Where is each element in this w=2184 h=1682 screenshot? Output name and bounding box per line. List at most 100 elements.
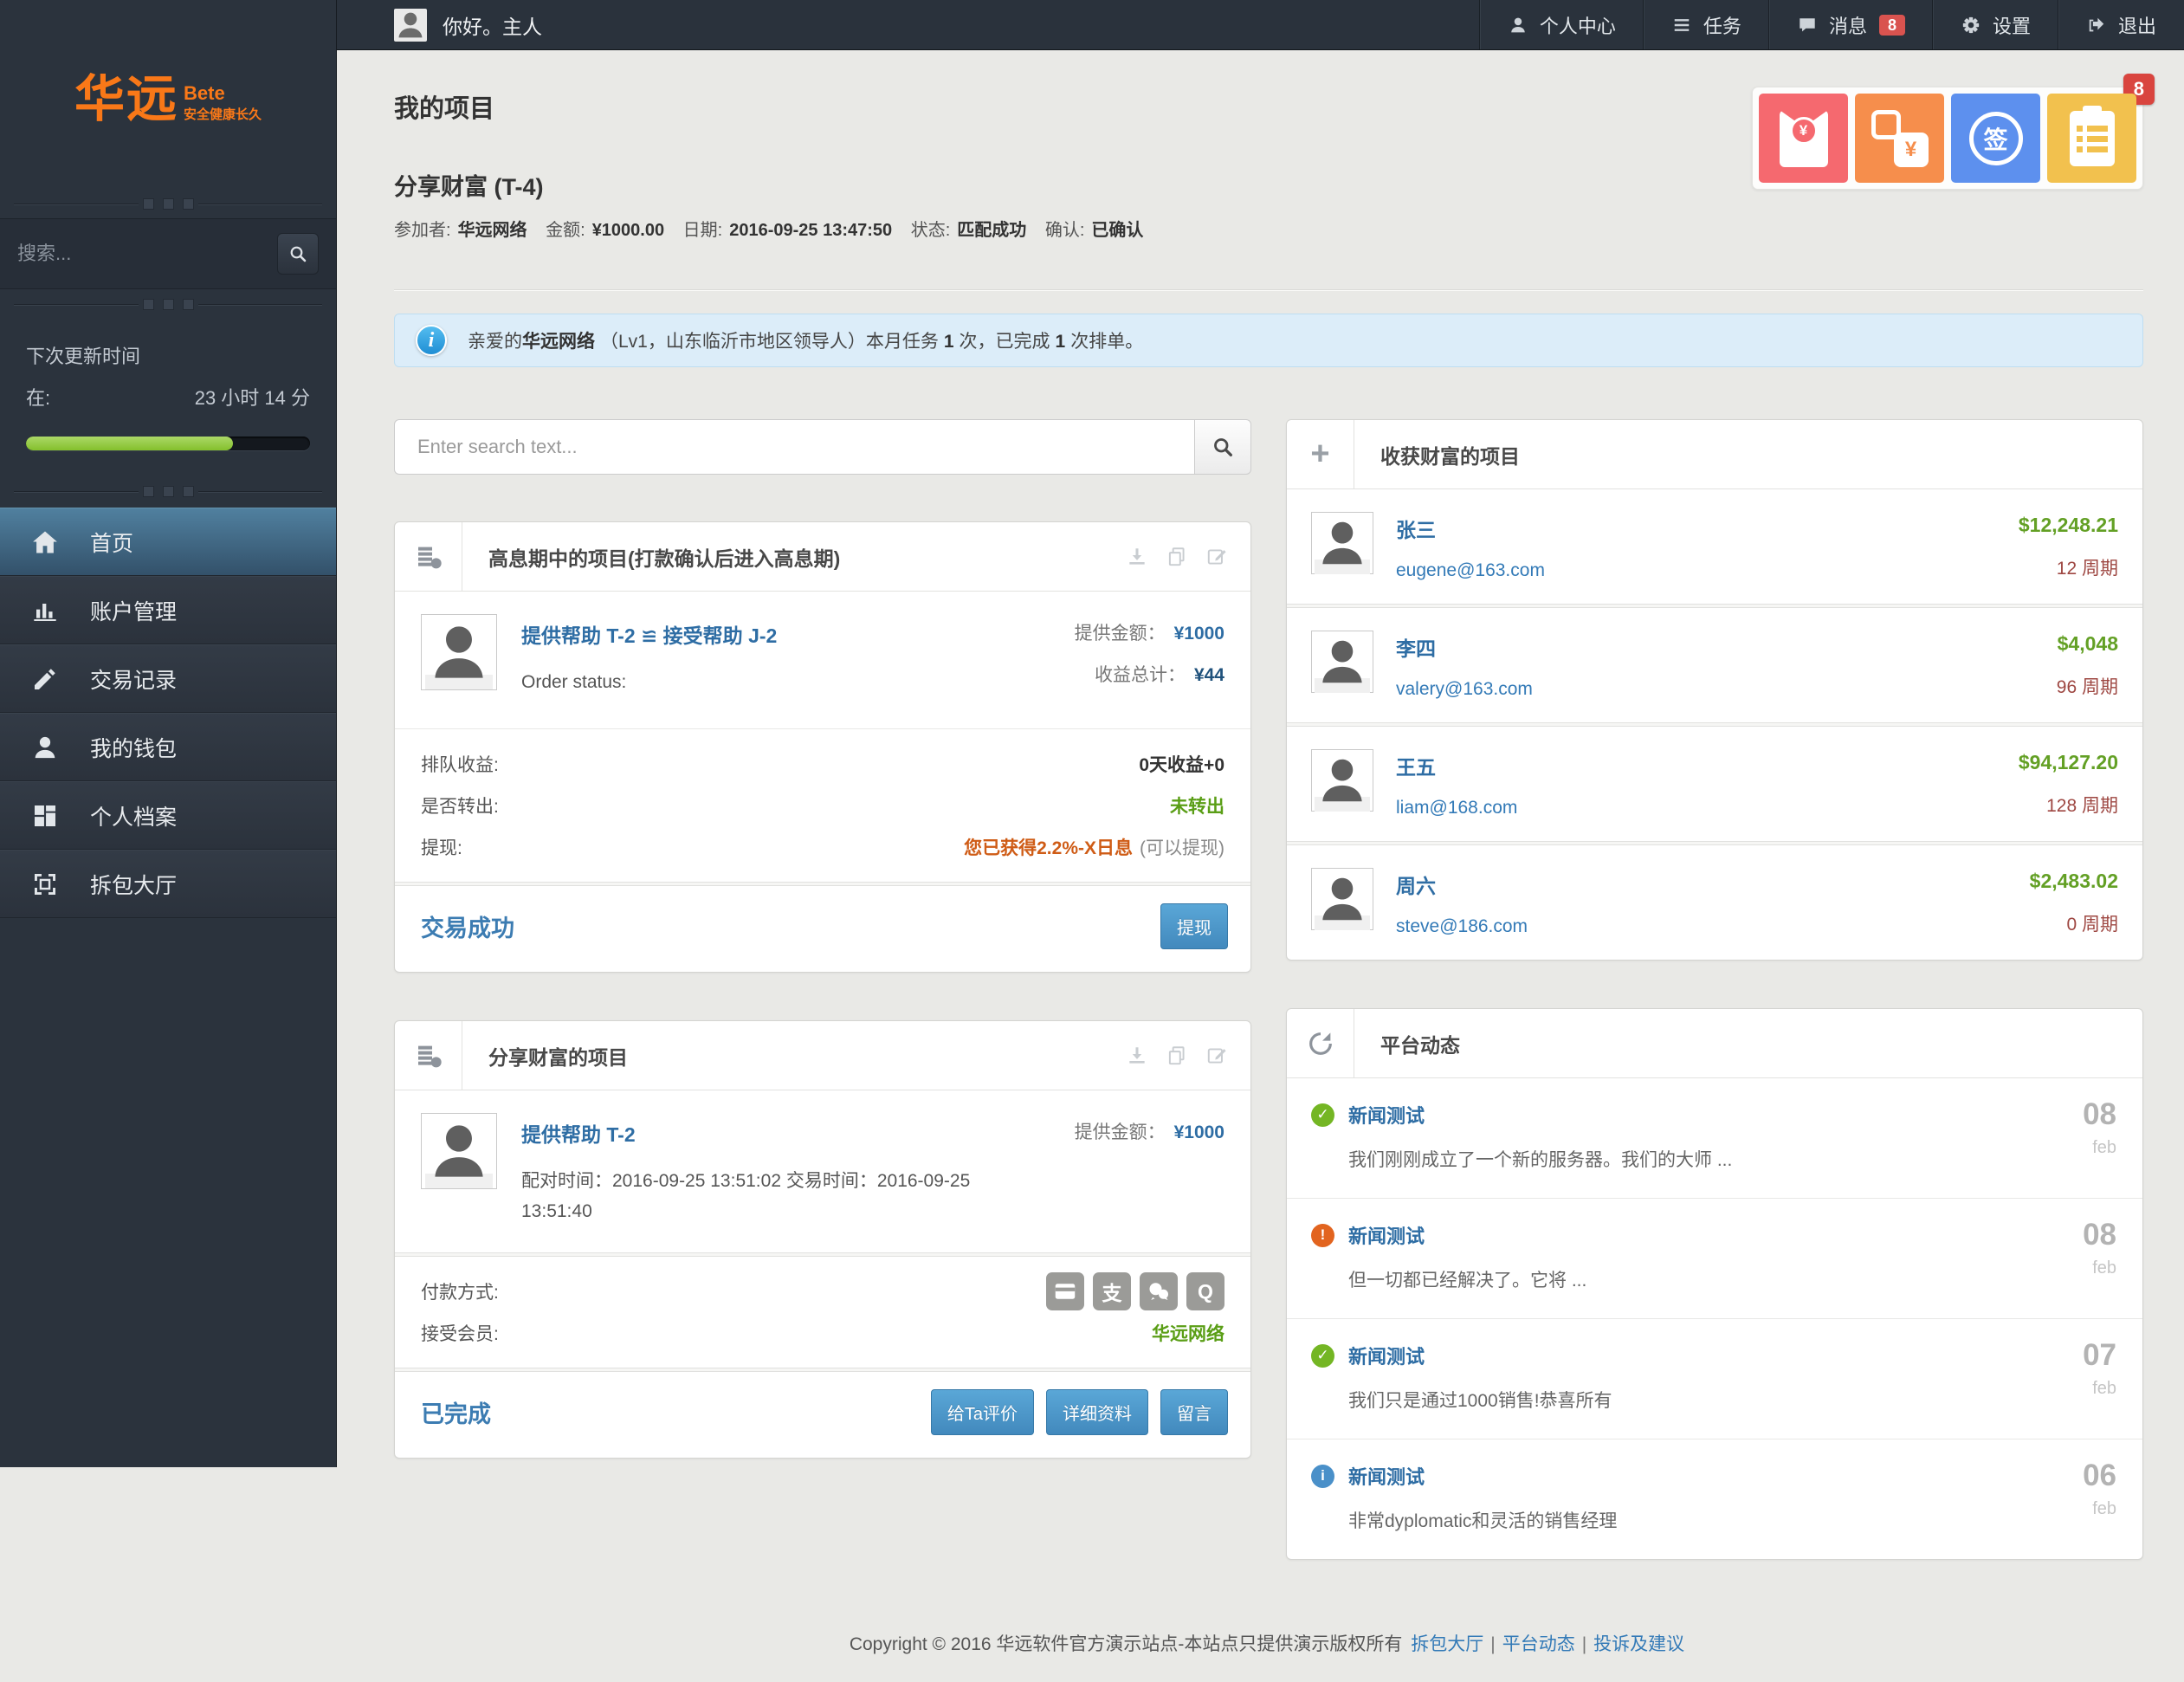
topbar-item-personal-center[interactable]: 个人中心	[1480, 0, 1644, 49]
scan-frame-icon	[31, 870, 59, 898]
earning-period: 0 周期	[2030, 910, 2118, 936]
high-interest-panel: 高息期中的项目(打款确认后进入高息期) 提供帮助 T-2 ≌ 接受帮助 J-2 …	[394, 521, 1251, 973]
topbar-item-label: 个人中心	[1540, 11, 1616, 39]
next-update-label: 在:	[26, 383, 50, 411]
news-item: i 新闻测试 非常dyplomatic和灵活的销售经理 06 feb	[1287, 1439, 2142, 1559]
panel-footer: 交易成功 提现	[395, 886, 1250, 972]
rate-button[interactable]: 给Ta评价	[931, 1389, 1034, 1435]
news-title-link[interactable]: 新闻测试	[1348, 1101, 1425, 1129]
task-list-tile[interactable]	[2047, 94, 2136, 183]
comment-icon	[1798, 16, 1817, 35]
sidebar-search-input[interactable]	[17, 243, 267, 265]
status-label: 状态:	[911, 221, 951, 240]
plus-icon: +	[1287, 420, 1354, 488]
copyright-text: Copyright © 2016 华远软件官方演示站点-本站点只提供演示版权所有	[850, 1634, 1403, 1654]
sidebar-item-profile[interactable]: 个人档案	[0, 781, 336, 850]
status-value: 匹配成功	[957, 221, 1026, 240]
topbar-item-messages[interactable]: 消息 8	[1769, 0, 1933, 49]
download-icon[interactable]	[1126, 546, 1148, 568]
main-search-input[interactable]	[394, 419, 1194, 475]
refresh-icon[interactable]	[1287, 1009, 1354, 1077]
sign-in-tile[interactable]: 签	[1951, 94, 2040, 183]
sidebar-item-home[interactable]: 首页	[0, 508, 336, 576]
download-icon[interactable]	[1126, 1045, 1148, 1067]
sidebar-item-label: 交易记录	[90, 663, 177, 695]
footer-link-platform-news[interactable]: 平台动态	[1502, 1634, 1575, 1654]
project-meta: 参加者:华远网络 金额:¥1000.00 日期:2016-09-25 13:47…	[394, 216, 2143, 241]
order-link[interactable]: 提供帮助 T-2	[521, 1118, 636, 1148]
coins-icon	[395, 522, 462, 591]
main-search	[394, 419, 1251, 475]
coins-icon	[395, 1021, 462, 1090]
total-earning-label: 收益总计：	[1095, 665, 1186, 685]
sidebar-menu: 首页 账户管理 交易记录 我的钱包 个人档案 拆包大厅	[0, 508, 336, 918]
greeting-text: 你好。主人	[443, 10, 542, 40]
news-text: 非常dyplomatic和灵活的销售经理	[1311, 1507, 2118, 1533]
topbar-item-settings[interactable]: 设置	[1933, 0, 2058, 49]
message-button[interactable]: 留言	[1160, 1389, 1228, 1435]
earning-row: 王五 liam@168.com $94,127.20 128 周期	[1287, 727, 2142, 841]
topbar-item-logout[interactable]: 退出	[2058, 0, 2184, 49]
exchange-tile[interactable]: ¥	[1855, 94, 1944, 183]
member-name-link[interactable]: 王五	[1396, 756, 1436, 779]
news-title-link[interactable]: 新闻测试	[1348, 1221, 1425, 1249]
panel-header: + 收获财富的项目	[1287, 420, 2142, 489]
member-name-link[interactable]: 周六	[1396, 875, 1436, 897]
search-icon	[1211, 435, 1235, 459]
queue-earning-label: 排队收益:	[421, 751, 499, 777]
person-icon	[31, 734, 59, 761]
copy-icon[interactable]	[1166, 1045, 1188, 1067]
avatar	[1311, 512, 1373, 574]
news-title-link[interactable]: 新闻测试	[1348, 1342, 1425, 1369]
sidebar-item-transactions[interactable]: 交易记录	[0, 644, 336, 713]
check-icon: ✓	[1311, 1344, 1334, 1368]
panel-title: 收获财富的项目	[1354, 440, 2142, 469]
details-button[interactable]: 详细资料	[1046, 1389, 1148, 1435]
detail-row: 付款方式: 支 Q	[421, 1271, 1224, 1312]
news-item: ✓ 新闻测试 我们只是通过1000销售!恭喜所有 07 feb	[1287, 1318, 2142, 1439]
news-text: 我们只是通过1000销售!恭喜所有	[1311, 1387, 2118, 1413]
sidebar-item-unpack-hall[interactable]: 拆包大厅	[0, 850, 336, 918]
panel-actions	[1126, 1045, 1250, 1067]
order-details: 付款方式: 支 Q 接受会员: 华远网络	[395, 1257, 1250, 1368]
news-title-link[interactable]: 新闻测试	[1348, 1462, 1425, 1490]
member-name-link[interactable]: 李四	[1396, 637, 1436, 660]
bar-chart-icon	[31, 597, 59, 624]
confirm-label: 确认:	[1045, 221, 1085, 240]
withdraw-note: (可以提现)	[1140, 838, 1224, 858]
panel-header: 平台动态	[1287, 1009, 2142, 1078]
withdraw-value: 您已获得2.2%-X日息	[964, 838, 1133, 858]
accept-member-value: 华远网络	[1152, 1320, 1224, 1346]
earning-row: 李四 valery@163.com $4,048 96 周期	[1287, 608, 2142, 722]
panel-header: 分享财富的项目	[395, 1021, 1250, 1090]
topbar-item-label: 任务	[1703, 11, 1741, 39]
main-search-button[interactable]	[1194, 419, 1251, 475]
red-packet-tile[interactable]: ¥	[1759, 94, 1848, 183]
sidebar-item-label: 个人档案	[90, 800, 177, 831]
order-link[interactable]: 提供帮助 T-2 ≌ 接受帮助 J-2	[521, 619, 777, 649]
copy-icon[interactable]	[1166, 546, 1188, 568]
detail-row: 是否转出: 未转出	[421, 785, 1224, 826]
app-logo: 华远 Bete 安全健康长久	[0, 0, 336, 189]
site-footer: Copyright © 2016 华远软件官方演示站点-本站点只提供演示版权所有…	[394, 1608, 2143, 1682]
edit-icon[interactable]	[1205, 1045, 1228, 1067]
news-date: 08 feb	[2083, 1099, 2116, 1158]
topbar-item-tasks[interactable]: 任务	[1644, 0, 1769, 49]
earning-amount: $12,248.21	[2019, 514, 2118, 537]
transfer-out-label: 是否转出:	[421, 792, 499, 818]
edit-icon[interactable]	[1205, 546, 1228, 568]
sidebar-item-accounts[interactable]: 账户管理	[0, 576, 336, 644]
sign-in-icon: 签	[1969, 112, 2023, 165]
member-name-link[interactable]: 张三	[1396, 519, 1436, 541]
panel-title: 分享财富的项目	[462, 1041, 1126, 1071]
topbar-item-label: 退出	[2118, 11, 2156, 39]
footer-link-unpack-hall[interactable]: 拆包大厅	[1411, 1634, 1483, 1654]
home-icon	[31, 528, 59, 556]
sidebar-item-wallet[interactable]: 我的钱包	[0, 713, 336, 781]
withdraw-button[interactable]: 提现	[1160, 903, 1228, 949]
detail-row: 排队收益: 0天收益+0	[421, 743, 1224, 785]
footer-link-feedback[interactable]: 投诉及建议	[1593, 1634, 1684, 1654]
alert-text: 亲爱的华远网络（Lv1，山东临沂市地区领导人）本月任务1次，已完成1次排单。	[468, 327, 1148, 353]
sidebar-search-button[interactable]	[277, 233, 319, 275]
avatar	[421, 614, 497, 690]
